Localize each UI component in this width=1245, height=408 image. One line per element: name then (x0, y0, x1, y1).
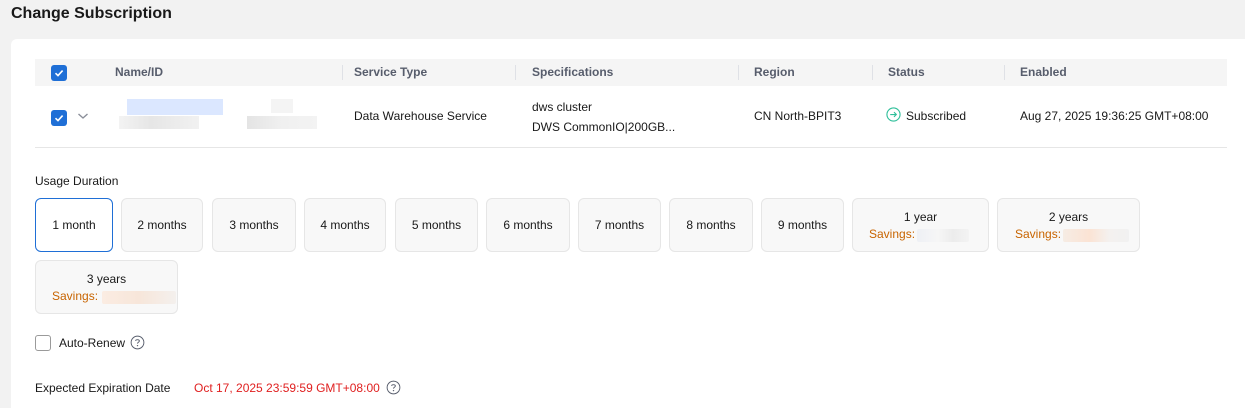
duration-option-5-months[interactable]: 5 months (395, 198, 478, 252)
redacted-savings (102, 291, 176, 304)
checkbox-checked-icon (54, 70, 64, 77)
page-title: Change Subscription (11, 5, 172, 22)
redacted-savings (1063, 229, 1129, 242)
duration-option-label: 1 year (903, 210, 938, 224)
row-checkbox[interactable] (51, 110, 67, 126)
auto-renew-label[interactable]: Auto-Renew (59, 336, 125, 350)
table-row: Data Warehouse Service dws cluster DWS C… (35, 86, 1227, 148)
usage-duration-label: Usage Duration (35, 174, 119, 188)
header-status: Status (888, 65, 925, 79)
duration-option-3-months[interactable]: 3 months (212, 198, 296, 252)
duration-option-9-months[interactable]: 9 months (761, 198, 844, 252)
duration-option-label: 4 months (320, 218, 370, 232)
header-region: Region (754, 65, 795, 79)
row-spec-line2: DWS CommonIO|200GB... (532, 120, 676, 134)
duration-option-label: 8 months (686, 218, 736, 232)
duration-option-3-years[interactable]: 3 years Savings: (35, 260, 178, 314)
expiration-date-value: Oct 17, 2025 23:59:59 GMT+08:00 (194, 381, 380, 395)
column-divider (738, 65, 739, 80)
duration-option-4-months[interactable]: 4 months (304, 198, 386, 252)
redacted-name (127, 99, 223, 115)
table-header: Name/ID Service Type Specifications Regi… (35, 59, 1227, 86)
question-circle-icon[interactable] (386, 380, 401, 395)
subscription-card: Name/ID Service Type Specifications Regi… (11, 39, 1245, 408)
duration-option-label: 5 months (411, 218, 462, 232)
redacted-id (119, 116, 199, 129)
duration-option-8-months[interactable]: 8 months (669, 198, 753, 252)
row-enabled: Aug 27, 2025 19:36:25 GMT+08:00 (1020, 109, 1209, 123)
duration-option-label: 6 months (503, 218, 553, 232)
row-service-type: Data Warehouse Service (354, 109, 487, 123)
duration-option-1-month[interactable]: 1 month (35, 198, 113, 252)
duration-option-label: 3 months (229, 218, 279, 232)
arrow-circle-right-icon (886, 107, 901, 122)
header-enabled: Enabled (1020, 65, 1067, 79)
question-circle-icon[interactable] (130, 335, 145, 350)
row-region: CN North-BPIT3 (754, 109, 842, 123)
column-divider (872, 65, 873, 80)
savings-label: Savings: (869, 227, 916, 241)
row-status: Subscribed (906, 109, 967, 123)
checkbox-checked-icon (54, 115, 64, 122)
duration-option-label: 2 years (1048, 210, 1089, 224)
select-all-checkbox[interactable] (51, 65, 67, 81)
chevron-down-icon[interactable] (77, 110, 89, 122)
column-divider (1004, 65, 1005, 80)
redacted-id (247, 116, 317, 129)
redacted-text (271, 99, 293, 113)
duration-option-7-months[interactable]: 7 months (578, 198, 661, 252)
duration-option-6-months[interactable]: 6 months (486, 198, 570, 252)
duration-option-label: 1 month (52, 218, 96, 232)
duration-option-label: 7 months (594, 218, 645, 232)
duration-option-1-year[interactable]: 1 year Savings: (852, 198, 989, 252)
column-divider (515, 65, 516, 80)
header-specifications: Specifications (532, 65, 614, 79)
duration-option-label: 3 years (86, 272, 127, 286)
auto-renew-checkbox[interactable] (35, 335, 51, 351)
header-service-type: Service Type (354, 65, 428, 79)
duration-option-2-years[interactable]: 2 years Savings: (997, 198, 1140, 252)
savings-label: Savings: (1015, 227, 1062, 241)
duration-option-label: 2 months (137, 218, 187, 232)
expiration-label: Expected Expiration Date (35, 381, 171, 395)
column-divider (342, 65, 343, 80)
redacted-savings (917, 229, 969, 242)
row-spec-line1: dws cluster (532, 100, 593, 114)
duration-option-2-months[interactable]: 2 months (121, 198, 203, 252)
header-name-id: Name/ID (115, 65, 164, 79)
duration-option-label: 9 months (777, 218, 828, 232)
savings-label: Savings: (52, 289, 99, 303)
